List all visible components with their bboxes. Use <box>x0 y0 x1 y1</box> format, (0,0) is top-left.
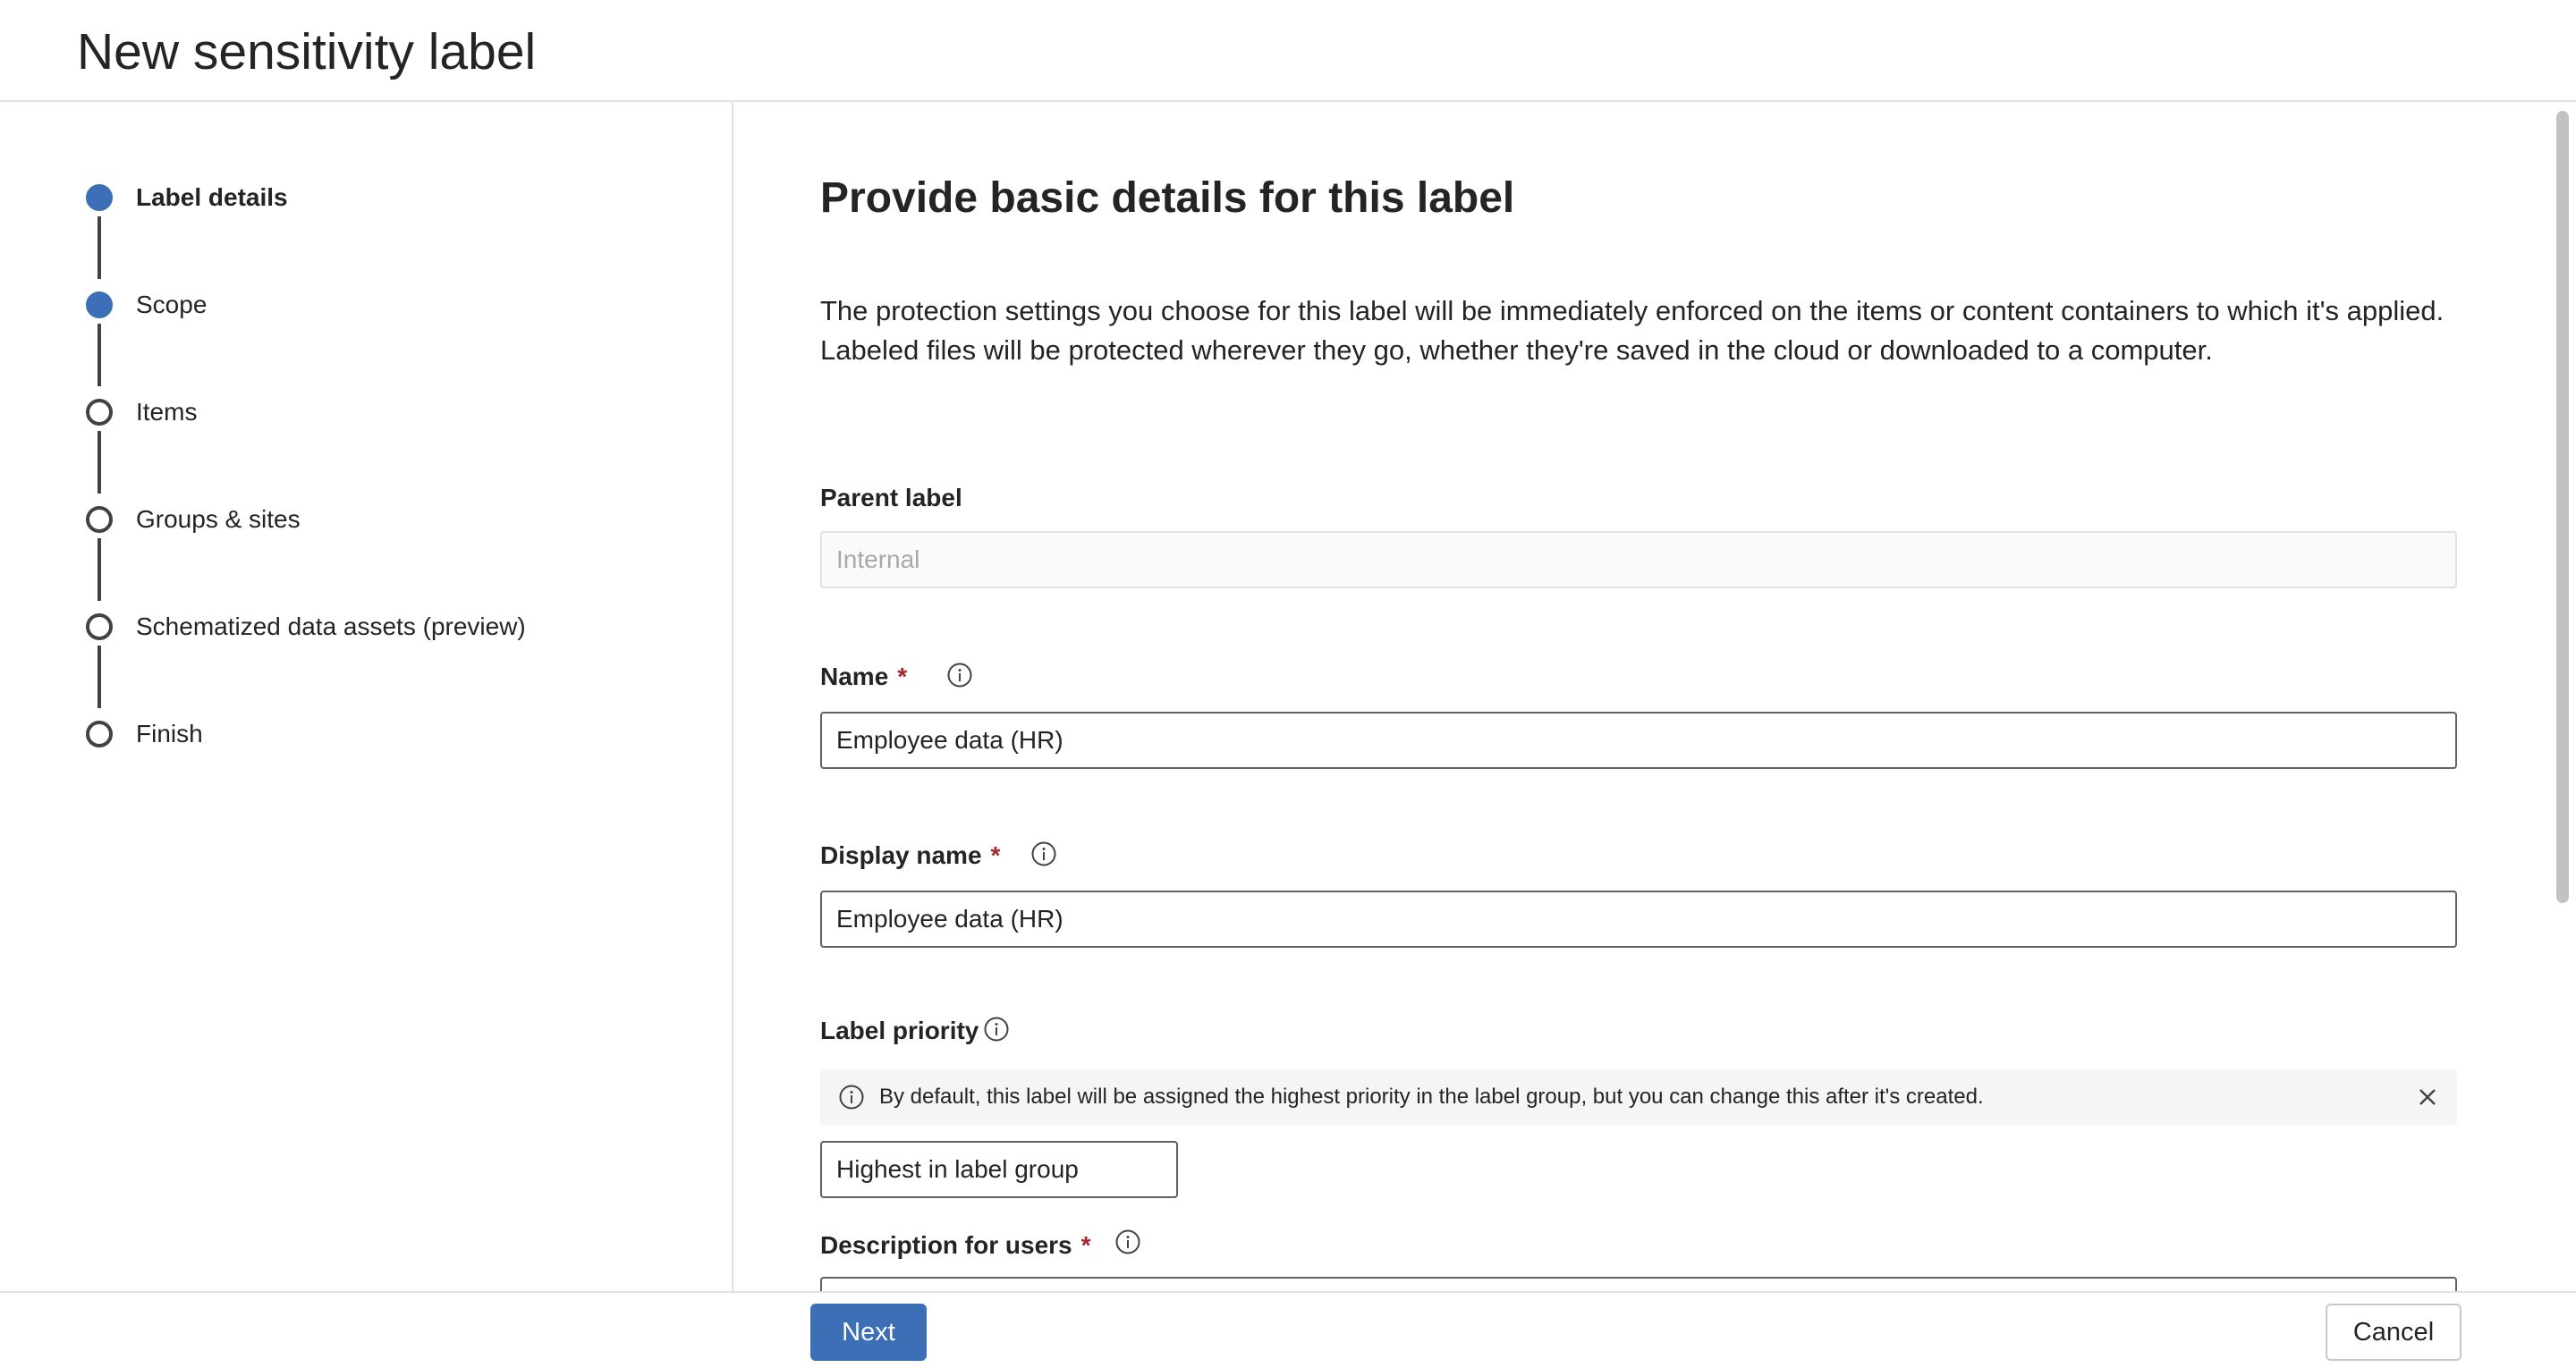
name-input[interactable] <box>820 712 2457 769</box>
label-priority-label: Label priority <box>820 1016 979 1046</box>
step-label: Finish <box>136 720 203 747</box>
scrollbar-thumb[interactable] <box>2556 111 2569 903</box>
close-icon[interactable] <box>2412 1082 2443 1112</box>
label-priority-value[interactable]: Highest in label group <box>820 1141 1178 1198</box>
field-label-text: Name <box>820 663 889 690</box>
step-pending-indicator <box>86 613 113 640</box>
step-items[interactable]: Items <box>0 384 716 438</box>
name-label: Name * <box>820 662 907 692</box>
step-completed-indicator <box>86 291 113 318</box>
step-schematized-data-assets[interactable]: Schematized data assets (preview) <box>0 599 716 653</box>
message-text: By default, this label will be assigned … <box>879 1085 1984 1109</box>
step-pending-indicator <box>86 506 113 533</box>
step-label: Scope <box>136 291 208 318</box>
intro-text: The protection settings you choose for t… <box>820 295 2445 366</box>
step-current-indicator <box>86 184 113 211</box>
display-name-input[interactable] <box>820 891 2457 948</box>
display-name-label: Display name * <box>820 840 1000 871</box>
step-connector <box>97 324 101 386</box>
step-label: Schematized data assets (preview) <box>136 612 526 640</box>
parent-label-label: Parent label <box>820 483 962 513</box>
step-pending-indicator <box>86 721 113 747</box>
wizard-footer: Next Cancel <box>0 1291 2576 1368</box>
step-label: Items <box>136 398 198 426</box>
description-input[interactable] <box>820 1277 2457 1291</box>
description-for-users-label: Description for users * <box>820 1230 1091 1261</box>
field-label-text: Label priority <box>820 1017 979 1044</box>
step-label: Label details <box>136 183 288 211</box>
step-label-details[interactable]: Label details <box>0 170 716 224</box>
field-label-text: Description for users <box>820 1231 1072 1259</box>
step-connector <box>97 538 101 601</box>
step-finish[interactable]: Finish <box>0 706 716 760</box>
required-asterisk: * <box>990 841 1001 869</box>
step-label: Groups & sites <box>136 505 301 533</box>
step-connector <box>97 646 101 708</box>
section-title: Provide basic details for this label <box>820 174 1515 222</box>
info-icon[interactable] <box>983 1016 1010 1043</box>
field-label-text: Display name <box>820 841 982 869</box>
cancel-button[interactable]: Cancel <box>2326 1304 2462 1361</box>
info-icon <box>839 1085 864 1110</box>
step-pending-indicator <box>86 399 113 426</box>
step-scope[interactable]: Scope <box>0 277 716 331</box>
page-title: New sensitivity label <box>77 23 537 80</box>
wizard-steps: Label details Scope Items Groups & sites… <box>0 102 733 1291</box>
field-label-text: Parent label <box>820 484 962 511</box>
info-icon[interactable] <box>1030 840 1057 867</box>
info-icon[interactable] <box>1114 1229 1141 1255</box>
required-asterisk: * <box>1080 1231 1091 1259</box>
required-asterisk: * <box>897 663 908 690</box>
step-connector <box>97 431 101 494</box>
next-button[interactable]: Next <box>810 1304 927 1361</box>
info-icon[interactable] <box>946 662 973 688</box>
step-connector <box>97 216 101 279</box>
parent-label-input[interactable] <box>820 531 2457 588</box>
page-header: New sensitivity label <box>0 0 2576 102</box>
main-scrollbar[interactable] <box>2551 102 2576 1291</box>
main-content: Provide basic details for this label The… <box>735 102 2551 1291</box>
step-groups-sites[interactable]: Groups & sites <box>0 492 716 545</box>
priority-info-message: By default, this label will be assigned … <box>820 1069 2457 1125</box>
